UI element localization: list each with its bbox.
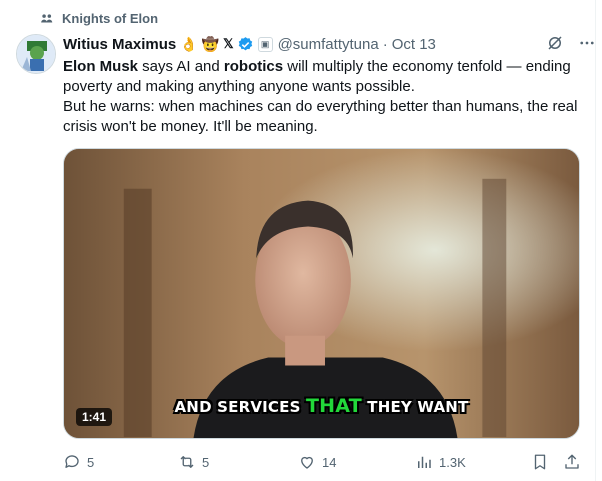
post-paragraph-1: Elon Musk says AI and robotics will mult…: [63, 57, 583, 97]
video-player[interactable]: AND SERVICES THAT THEY WANT 1:41: [63, 148, 580, 439]
repost-icon: [180, 456, 194, 468]
community-icon: [41, 13, 53, 22]
video-duration: 1:41: [76, 408, 113, 426]
video-caption: AND SERVICES THAT THEY WANT: [64, 395, 579, 417]
reply-button[interactable]: 5: [63, 453, 94, 471]
timeline-divider: [595, 0, 596, 481]
views-count: 1.3K: [439, 454, 466, 470]
post-paragraph-2: But he warns: when machines can do every…: [63, 98, 578, 135]
x-logo-icon: 𝕏: [223, 36, 234, 51]
avatar[interactable]: [16, 34, 56, 74]
post-header: Witius Maximus 👌 🤠 𝕏 ▣ @sumfattytuna · O…: [63, 34, 582, 54]
author-emoji-cowboy: 🤠: [201, 36, 220, 52]
like-icon: [301, 456, 313, 469]
share-button[interactable]: [563, 453, 581, 471]
caption-text: AND SERVICES: [174, 398, 307, 416]
bookmark-icon: [534, 454, 546, 470]
community-name[interactable]: Knights of Elon: [62, 11, 158, 26]
post-text-fragment: says AI and: [138, 58, 224, 75]
repost-count: 5: [202, 454, 210, 470]
more-icon[interactable]: [578, 34, 596, 52]
views-icon: [418, 456, 431, 468]
avatar-image: [17, 35, 55, 73]
mention-elon-musk: Elon Musk: [63, 58, 139, 75]
bold-robotics: robotics: [223, 58, 284, 75]
like-button[interactable]: 14: [298, 453, 336, 471]
verified-badge-icon[interactable]: [237, 36, 254, 53]
like-count: 14: [322, 454, 337, 470]
action-bar: 5 5 14 1.3K: [63, 453, 585, 473]
post-time[interactable]: Oct 13: [392, 36, 436, 53]
community-context[interactable]: Knights of Elon: [40, 11, 158, 26]
grok-icon[interactable]: [546, 34, 564, 52]
author-handle[interactable]: @sumfattytuna: [278, 36, 379, 53]
affiliate-badge-icon[interactable]: ▣: [257, 36, 273, 52]
reply-icon: [65, 455, 79, 468]
caption-highlight: THAT: [306, 395, 362, 417]
share-icon: [565, 454, 579, 469]
caption-text: THEY WANT: [361, 398, 469, 416]
repost-button[interactable]: 5: [178, 453, 209, 471]
reply-count: 5: [87, 454, 95, 470]
author-emoji-ok: 👌: [180, 36, 198, 52]
bookmark-button[interactable]: [531, 453, 549, 471]
post-text: Elon Musk says AI and robotics will mult…: [63, 57, 583, 137]
views-button[interactable]: 1.3K: [415, 453, 466, 471]
author-name[interactable]: Witius Maximus: [63, 36, 176, 53]
header-actions: [546, 34, 596, 52]
separator-dot: ·: [382, 35, 388, 53]
